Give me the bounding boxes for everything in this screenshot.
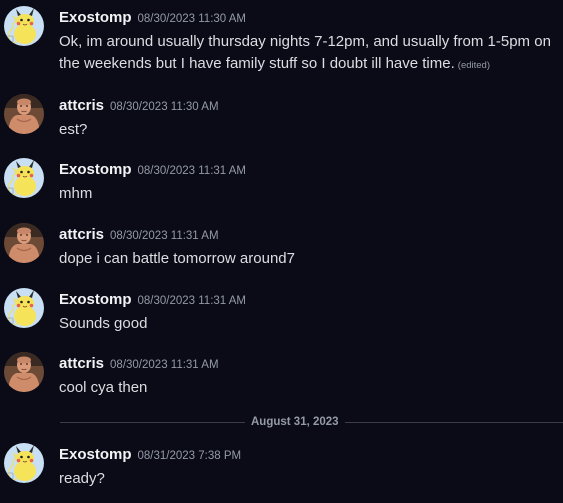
user-photo-avatar-icon[interactable]	[4, 223, 44, 263]
timestamp: 08/30/2023 11:31 AM	[137, 295, 247, 307]
username[interactable]: attcris	[59, 355, 104, 372]
message-header: Exostomp 08/31/2023 7:38 PM	[59, 446, 241, 465]
message-header: attcris 08/30/2023 11:31 AM	[59, 226, 219, 245]
edited-indicator: (edited)	[457, 60, 490, 71]
timestamp: 08/30/2023 11:30 AM	[137, 13, 247, 25]
timestamp: 08/30/2023 11:31 AM	[110, 359, 219, 371]
message-header: Exostomp 08/30/2023 11:31 AM	[59, 291, 246, 310]
pikachu-avatar-icon[interactable]	[4, 158, 44, 198]
username[interactable]: Exostomp	[59, 291, 132, 308]
timestamp: 08/30/2023 11:31 AM	[137, 165, 247, 177]
chat-messages: Exostomp 08/30/2023 11:30 AM Ok, im aroun…	[0, 0, 563, 503]
message-text: cool cya then	[59, 379, 148, 396]
username[interactable]: attcris	[59, 97, 104, 114]
message-header: attcris 08/30/2023 11:31 AM	[59, 355, 219, 374]
username[interactable]: Exostomp	[59, 161, 132, 178]
message-content: dope i can battle tomorrow around7	[59, 248, 559, 270]
date-divider-label: August 31, 2023	[245, 414, 345, 430]
message-header: Exostomp 08/30/2023 11:31 AM	[59, 161, 246, 180]
message-content: est?	[59, 119, 559, 141]
message-header: attcris 08/30/2023 11:30 AM	[59, 97, 219, 116]
message-content: Sounds good	[59, 313, 559, 335]
message-text: est?	[59, 121, 88, 138]
message-content: Ok, im around usually thursday nights 7-…	[59, 31, 559, 77]
timestamp: 08/30/2023 11:30 AM	[110, 101, 219, 113]
message-text: Sounds good	[59, 315, 148, 332]
username[interactable]: Exostomp	[59, 446, 132, 463]
message-header: Exostomp 08/30/2023 11:30 AM	[59, 9, 246, 28]
timestamp: 08/31/2023 7:38 PM	[137, 450, 242, 462]
pikachu-avatar-icon[interactable]	[4, 443, 44, 483]
username[interactable]: Exostomp	[59, 9, 132, 26]
user-photo-avatar-icon[interactable]	[4, 94, 44, 134]
message-content: ready?	[59, 468, 559, 490]
user-photo-avatar-icon[interactable]	[4, 352, 44, 392]
pikachu-avatar-icon[interactable]	[4, 288, 44, 328]
timestamp: 08/30/2023 11:31 AM	[110, 230, 219, 242]
message-content: cool cya then	[59, 377, 559, 399]
message-content: mhm	[59, 183, 559, 205]
message-text: ready?	[59, 470, 105, 487]
message-text: mhm	[59, 185, 93, 202]
username[interactable]: attcris	[59, 226, 104, 243]
pikachu-avatar-icon[interactable]	[4, 6, 44, 46]
message-text: dope i can battle tomorrow around7	[59, 250, 295, 267]
